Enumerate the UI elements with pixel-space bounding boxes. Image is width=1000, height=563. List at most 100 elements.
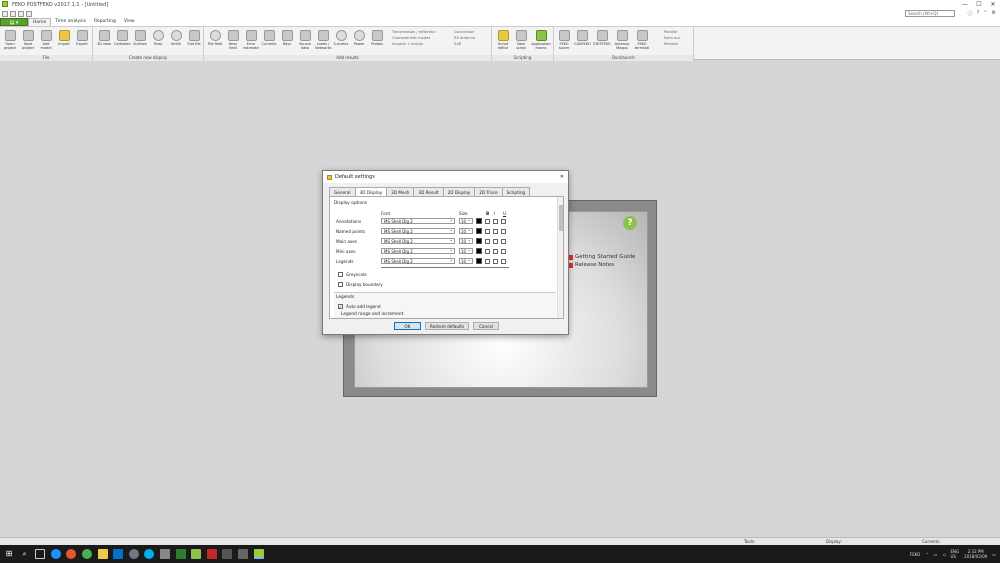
dialog-close-button[interactable]: ✕ [560,174,564,180]
save-project-button[interactable]: Save project [20,30,36,52]
near-field-button[interactable]: Near field [225,30,241,52]
language-indicator[interactable]: ENG US [951,549,960,559]
remote-item[interactable]: Remote [664,41,680,47]
file-explorer-icon[interactable] [97,549,108,559]
chrome-icon[interactable] [81,549,92,559]
pdf-reader-icon[interactable] [206,549,217,559]
clock[interactable]: 2:32 PM 2018/02/09 [964,549,987,559]
undo-icon[interactable] [26,10,32,17]
tab-view[interactable]: View [120,18,139,26]
minimize-button[interactable]: — [958,1,972,8]
task-view-icon[interactable] [35,549,46,559]
bold-checkbox[interactable] [485,238,490,244]
file-field-button[interactable]: File field [207,30,223,52]
snipping-icon[interactable] [159,549,170,559]
underline-checkbox[interactable] [501,248,506,254]
font-select[interactable]: MS Shell Dlg 2 [381,257,455,264]
search-icon[interactable]: ⌕ [20,549,30,559]
color-picker[interactable] [476,238,482,244]
bold-checkbox[interactable] [485,228,490,234]
italic-checkbox[interactable] [493,238,498,244]
bold-checkbox[interactable] [485,248,490,254]
s-matrix-button[interactable]: S-matrix [333,30,349,52]
cadfeko-button[interactable]: CADFEKO [574,30,591,52]
rays-button[interactable]: Rays [279,30,295,52]
underline-checkbox[interactable] [501,228,506,234]
edge-icon[interactable] [50,549,61,559]
outlook-icon[interactable] [113,549,124,559]
underline-checkbox[interactable] [501,218,506,224]
imports-scripts-item[interactable]: Imports + scripts [392,41,436,47]
source-data-button[interactable]: Source data [297,30,313,52]
application-macro-button[interactable]: Application macro [531,30,551,52]
tab-time-analysis[interactable]: Time analysis [51,18,90,26]
font-select[interactable]: MS Shell Dlg 2 [381,237,455,244]
tray-arrow-icon[interactable]: ⌃ [925,552,928,557]
color-picker[interactable] [476,228,482,234]
surface-button[interactable]: Surface [132,30,148,52]
sar-item[interactable]: SAR [454,41,475,47]
close-window-button[interactable]: ✕ [986,1,1000,8]
windows-start-icon[interactable]: ⊞ [4,549,14,559]
calculator-icon[interactable] [175,549,186,559]
notification-icon[interactable]: ▭ [992,552,996,557]
display-boundary-checkbox[interactable] [338,282,343,287]
3d-view-button[interactable]: 3D view [96,30,112,52]
greyscale-option[interactable]: Greyscale [338,272,367,277]
add-model-button[interactable]: Add model [38,30,54,52]
new-script-button[interactable]: New script [513,30,529,52]
polar-button[interactable]: Polar [150,30,166,52]
editfeko-button[interactable]: EDITFEKO [592,30,612,52]
smith-button[interactable]: Smith [168,30,184,52]
cartesian-button[interactable]: Cartesian [114,30,131,52]
font-select[interactable]: MS Shell Dlg 2 [381,217,455,224]
power-button[interactable]: Power [351,30,367,52]
color-picker[interactable] [476,248,482,254]
font-select[interactable]: MS Shell Dlg 2 [381,227,455,234]
size-select[interactable]: 10 [459,237,473,244]
auto-add-legend-checkbox[interactable]: ✓ [338,304,343,309]
loads-networks-button[interactable]: Loads / Networks [315,30,331,52]
auto-add-legend-option[interactable]: ✓ Auto add legend [338,304,381,309]
feko-solver-button[interactable]: FEKO solver [556,30,572,52]
skype-icon[interactable] [144,549,155,559]
currents-button[interactable]: Currents [261,30,277,52]
save-icon[interactable] [18,10,24,17]
color-picker[interactable] [476,218,482,224]
network-icon[interactable]: ▭ [934,552,938,557]
maximize-button[interactable]: ☐ [972,1,986,8]
import-button[interactable]: Import [56,30,72,52]
info-icon[interactable]: ⓘ [968,10,973,17]
postfeko-taskbar-icon[interactable] [253,549,264,559]
underline-checkbox[interactable] [501,238,506,244]
cancel-button[interactable]: Cancel [473,322,500,330]
bold-checkbox[interactable] [485,218,490,224]
tray-app-label[interactable]: FEKO [910,552,920,557]
options-icon[interactable]: ⚙ [992,10,996,17]
collapse-icon[interactable]: ⌃ [983,10,987,17]
font-select[interactable]: MS Shell Dlg 2 [381,247,455,254]
underline-checkbox[interactable] [501,258,506,264]
color-picker[interactable] [476,258,482,264]
display-boundary-option[interactable]: Display boundary [338,282,383,287]
slot-file-button[interactable]: Slot file [186,30,202,52]
tab-home[interactable]: Home [28,18,52,26]
camera-icon[interactable] [128,549,139,559]
help-badge-icon[interactable]: ? [623,216,637,230]
error-estimate-button[interactable]: Error estimate [243,30,259,52]
size-select[interactable]: 10 [459,227,473,234]
antenna-magus-button[interactable]: Antenna Magus [614,30,630,52]
release-notes-link[interactable]: Release Notes [569,261,635,269]
italic-checkbox[interactable] [493,248,498,254]
size-select[interactable]: 10 [459,217,473,224]
script-editor-button[interactable]: Script editor [495,30,511,52]
size-select[interactable]: 10 [459,257,473,264]
italic-checkbox[interactable] [493,218,498,224]
getting-started-link[interactable]: Getting Started Guide [569,253,635,261]
italic-checkbox[interactable] [493,228,498,234]
restore-defaults-button[interactable]: Restore defaults [424,322,470,330]
terminal-icon[interactable] [222,549,233,559]
volume-icon[interactable]: ◁ [942,552,945,557]
feko-launcher-icon[interactable] [191,549,202,559]
tab-reporting[interactable]: Reporting [90,18,120,26]
